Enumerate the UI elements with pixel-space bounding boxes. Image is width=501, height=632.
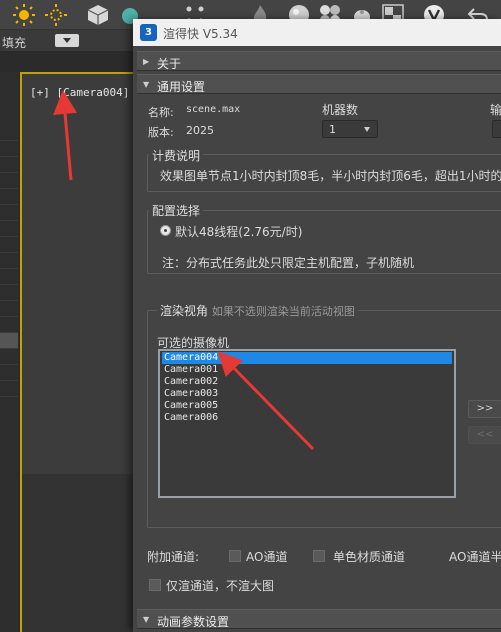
- ao-radius-label: AO通道半径: [449, 550, 501, 564]
- version-label: 版本:: [148, 126, 174, 139]
- cube-icon[interactable]: [86, 3, 110, 27]
- mono-material-checkbox[interactable]: [313, 550, 325, 562]
- billing-text: 效果图单节点1小时内封顶8毛，半小时内封顶6毛，超出1小时的部: [160, 169, 501, 183]
- dialog-titlebar[interactable]: 3 渲得快 V5.34: [133, 19, 501, 46]
- rollout-animation-label: 动画参数设置: [157, 615, 230, 629]
- rollout-collapsed-arrow-icon: ▶: [143, 57, 150, 66]
- render-passes-only-checkbox[interactable]: [149, 579, 161, 591]
- camera-list-item[interactable]: Camera002: [162, 376, 452, 388]
- config-radio-default[interactable]: [160, 225, 171, 236]
- config-title: 配置选择: [149, 202, 204, 219]
- screen: 填充 [+] [Camera004] [标 3 渲得快 V5.34 ▶ 关于 ▼…: [0, 0, 501, 632]
- app-logo-icon: 3: [140, 24, 157, 41]
- output-dropdown[interactable]: [492, 120, 501, 138]
- render-view-hint: 如果不选则渲染当前活动视图: [211, 305, 355, 318]
- camera-listbox[interactable]: Camera004 Camera001 Camera002 Camera003 …: [158, 349, 456, 498]
- sun-icon[interactable]: [12, 3, 36, 27]
- name-label: 名称:: [148, 106, 174, 119]
- max-secondary-toolbar: 填充: [0, 30, 140, 52]
- version-value: 2025: [186, 124, 214, 137]
- dropdown-arrow-icon: [364, 127, 370, 132]
- rollout-expanded-arrow-icon: ▼: [143, 615, 150, 624]
- rollout-animation[interactable]: ▼ 动画参数设置: [137, 609, 501, 629]
- render-passes-only-label: 仅渲通道，不渲大图: [166, 579, 275, 593]
- config-note: 注：分布式任务此处只限定主机配置，子机随机: [162, 256, 415, 270]
- fill-dropdown-button[interactable]: [55, 34, 79, 47]
- machines-value: 1: [329, 123, 336, 136]
- name-value: scene.max: [186, 104, 241, 115]
- rollout-about-label: 关于: [157, 57, 182, 71]
- render-view-title-text: 渲染视角: [160, 304, 209, 318]
- machines-label: 机器数: [322, 103, 359, 117]
- ao-pass-checkbox[interactable]: [229, 550, 241, 562]
- rollout-expanded-arrow-icon: ▼: [143, 80, 150, 89]
- rollout-about[interactable]: ▶ 关于: [137, 51, 501, 71]
- mono-material-label: 单色材质通道: [333, 550, 406, 564]
- camera-list-item[interactable]: Camera005: [162, 400, 452, 412]
- camera-list-item[interactable]: Camera004: [162, 352, 452, 364]
- camera-list-item[interactable]: Camera006: [162, 412, 452, 424]
- rollout-general-settings[interactable]: ▼ 通用设置: [137, 74, 501, 94]
- config-option-label: 默认48线程(2.76元/时): [175, 225, 303, 239]
- add-camera-button[interactable]: >>: [468, 400, 501, 418]
- dialog-title: 渲得快 V5.34: [163, 27, 238, 41]
- output-label-partial: 输: [490, 103, 501, 117]
- machines-dropdown[interactable]: 1: [322, 120, 378, 138]
- billing-title: 计费说明: [149, 147, 204, 164]
- remove-camera-button[interactable]: <<: [468, 426, 501, 444]
- rollout-general-label: 通用设置: [157, 80, 206, 94]
- camera-list-item[interactable]: Camera001: [162, 364, 452, 376]
- fill-label: 填充: [2, 36, 27, 50]
- render-view-title: 渲染视角 如果不选则渲染当前活动视图: [157, 302, 358, 319]
- left-panel-strip: [0, 72, 18, 632]
- camera-list-item[interactable]: Camera003: [162, 388, 452, 400]
- ao-pass-label: AO通道: [246, 550, 288, 564]
- sun-dashed-icon[interactable]: [44, 3, 68, 27]
- extra-passes-label: 附加通道:: [147, 550, 200, 564]
